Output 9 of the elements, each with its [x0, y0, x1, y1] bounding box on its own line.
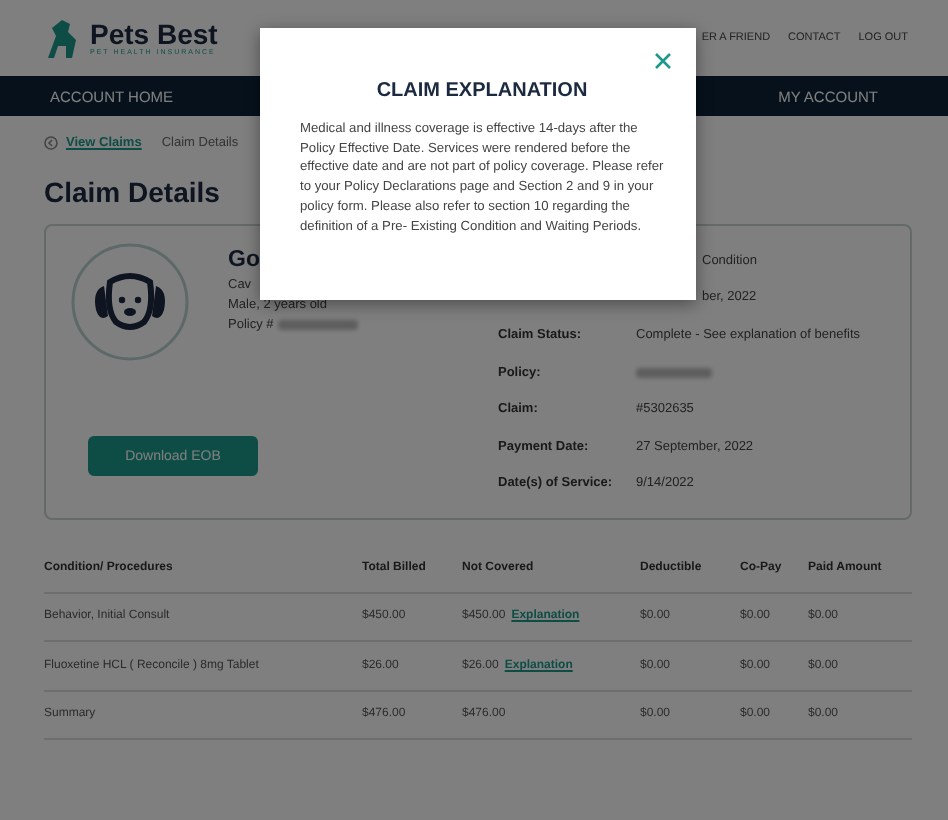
dog-avatar-icon: [70, 242, 190, 362]
logo-name: Pets Best: [90, 20, 218, 48]
blurred-text: [636, 367, 712, 378]
close-icon[interactable]: [654, 52, 672, 70]
dialog-title: CLAIM EXPLANATION: [376, 80, 588, 102]
back-circle-icon[interactable]: [44, 135, 58, 149]
page-heading: Claim Details: [44, 176, 220, 208]
pet-name: Go: [228, 248, 260, 272]
blurred-text: [277, 320, 358, 330]
